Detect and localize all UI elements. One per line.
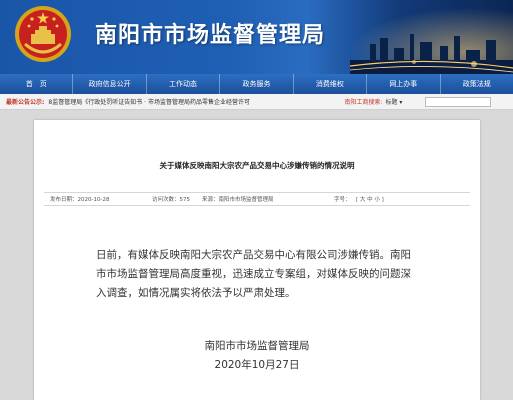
national-emblem-icon	[15, 6, 71, 62]
site-title: 南阳市市场监督管理局	[95, 23, 326, 48]
nav-item-policies[interactable]: 政策法规	[441, 74, 513, 94]
nav-item-work-news[interactable]: 工作动态	[147, 74, 221, 94]
notice-label: 最新公告公示:	[6, 99, 45, 106]
signature-org: 南阳市市场监督管理局	[204, 340, 310, 352]
nav-item-consumer-rights[interactable]: 消费维权	[294, 74, 368, 94]
article-source: 来源：南阳市市场监督管理局	[202, 197, 274, 203]
search-type-select[interactable]: 标题 ▾	[385, 97, 421, 106]
site-header: 南阳市市场监督管理局	[0, 0, 513, 74]
city-skyline-image	[350, 34, 513, 74]
signature-date: 2020年10月27日	[214, 359, 300, 371]
article-body: 日前，有媒体反映南阳大宗农产品交易中心有限公司涉嫌传销。南阳市市场监督管理局高度…	[96, 249, 411, 299]
font-size-label: 字号：	[334, 197, 351, 203]
article-meta-bar: 发布日期：2020-10-28 访问次数：575 来源：南阳市市场监督管理局 字…	[44, 192, 470, 206]
main-nav: 首 页 政府信息公开 工作动态 政务服务 消费维权 网上办事 政策法规	[0, 74, 513, 94]
publish-date: 发布日期：2020-10-28	[50, 197, 110, 203]
search-input[interactable]	[425, 96, 492, 107]
article-card: 关于媒体反映南阳大宗农产品交易中心涉嫌传销的情况说明 发布日期：2020-10-…	[34, 120, 480, 400]
nav-item-gov-services[interactable]: 政务服务	[220, 74, 294, 94]
article-title: 关于媒体反映南阳大宗农产品交易中心涉嫌传销的情况说明	[159, 161, 355, 170]
nav-item-home[interactable]: 首 页	[0, 74, 74, 94]
notice-ticker-link[interactable]: 8监督管理局《行政处罚听证告知书 · 市场监督管理局药品零售企业经营许可	[48, 97, 338, 106]
notice-bar: 最新公告公示: 8监督管理局《行政处罚听证告知书 · 市场监督管理局药品零售企业…	[0, 94, 513, 110]
font-size-controls[interactable]: [ 大 中 小 ]	[356, 195, 384, 203]
nav-item-info-disclosure[interactable]: 政府信息公开	[73, 74, 147, 94]
search-label: 南阳工商搜索:	[344, 99, 383, 106]
view-count: 访问次数：575	[152, 197, 190, 203]
nav-item-online-services[interactable]: 网上办事	[367, 74, 441, 94]
